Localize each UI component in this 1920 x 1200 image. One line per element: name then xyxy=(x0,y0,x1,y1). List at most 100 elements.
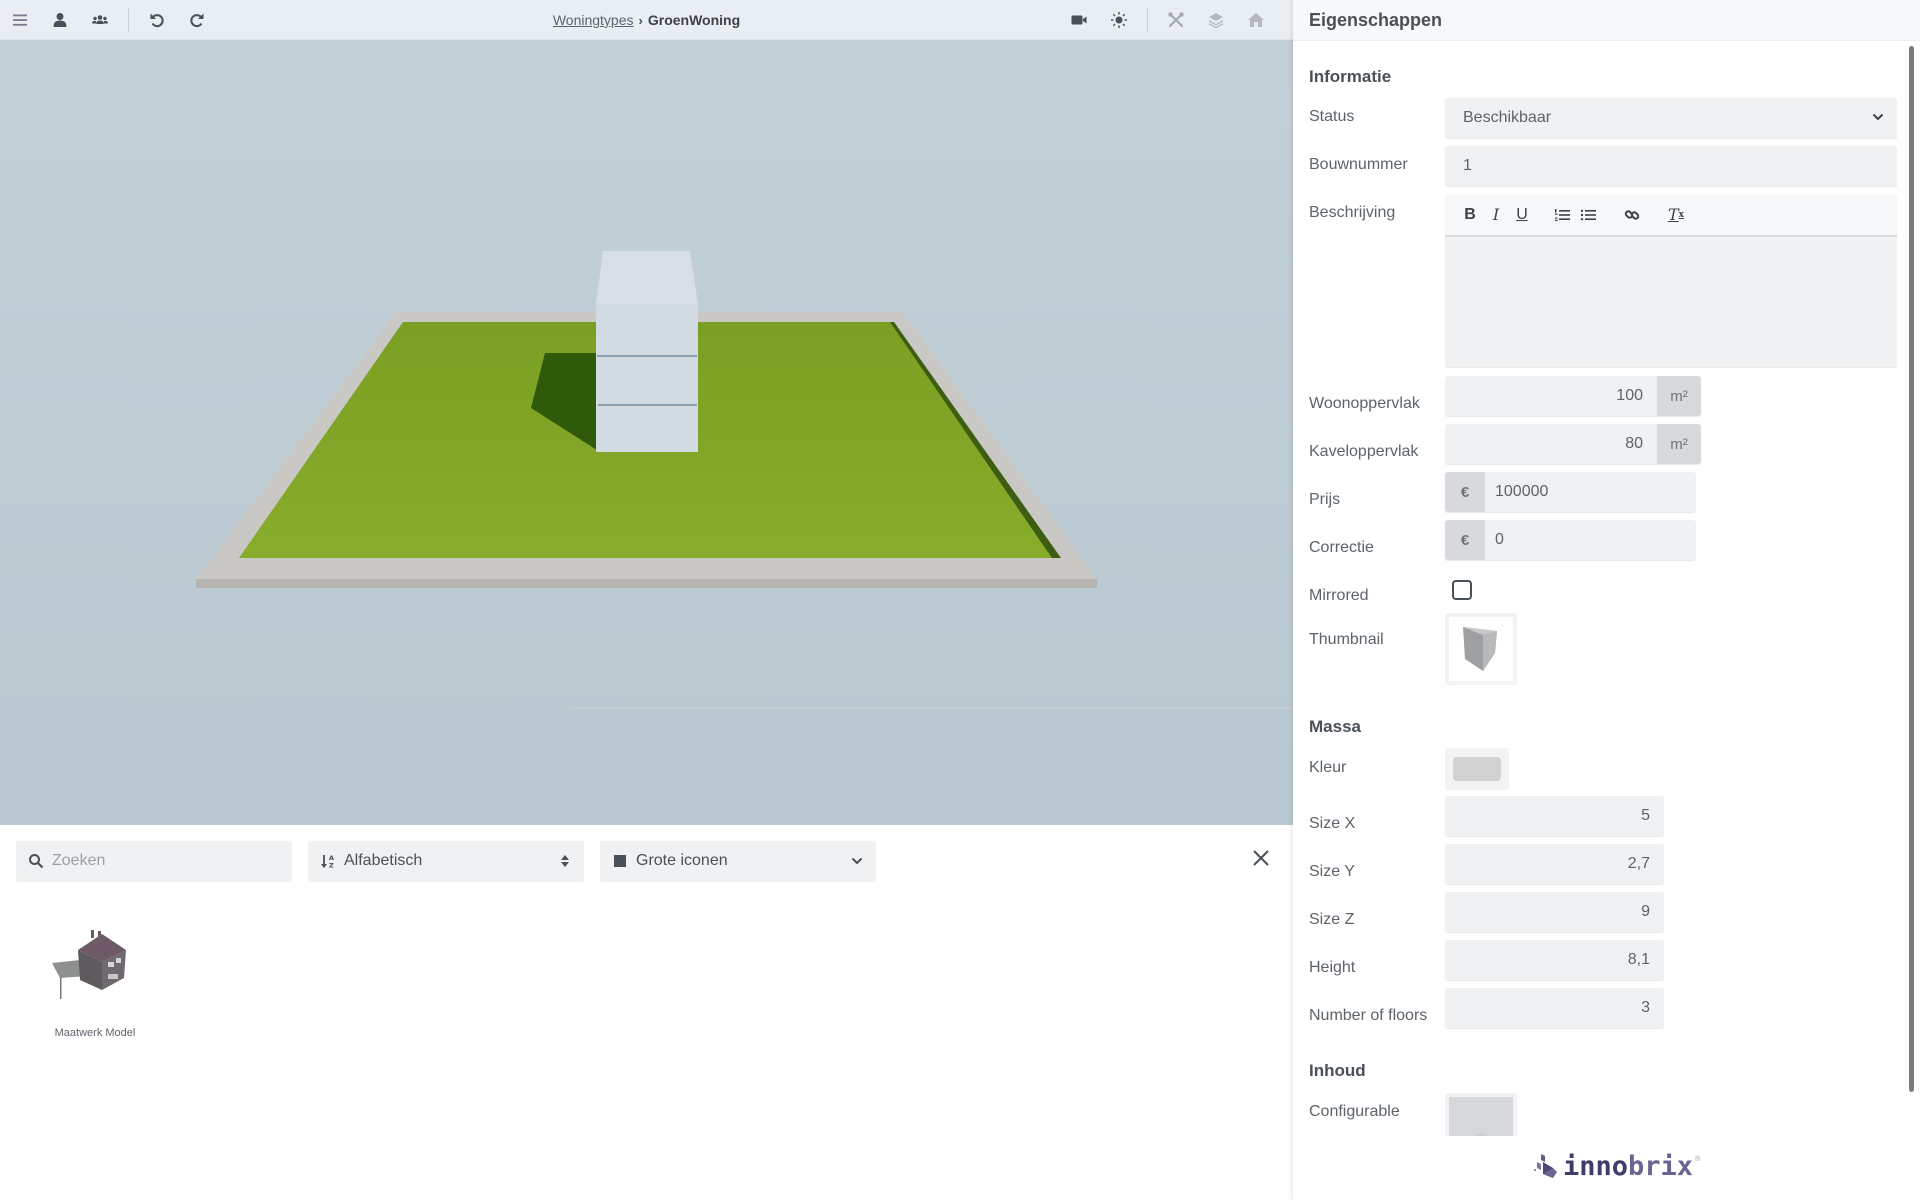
kaveloppervlak-input[interactable]: 80 m² xyxy=(1445,424,1701,464)
beschrijving-textarea[interactable] xyxy=(1445,237,1897,367)
top-toolbar: Woningtypes › GroenWoning xyxy=(0,0,1293,40)
mass-box[interactable] xyxy=(596,251,698,452)
clear-format-button[interactable]: Tx xyxy=(1663,202,1689,228)
chevron-right-icon: › xyxy=(638,12,643,28)
tools-button[interactable] xyxy=(1164,8,1188,32)
prijs-input[interactable]: € 100000 xyxy=(1445,472,1696,512)
correctie-input[interactable]: € 0 xyxy=(1445,520,1696,560)
toolbar-divider xyxy=(1147,8,1148,32)
sort-value: Alfabetisch xyxy=(344,852,423,869)
bouwnummer-value: 1 xyxy=(1463,157,1472,174)
sort-select[interactable]: AZ Alfabetisch xyxy=(308,841,584,881)
italic-button[interactable]: I xyxy=(1483,202,1509,228)
panel-scrollbar[interactable] xyxy=(1909,46,1914,1092)
euro-prefix: € xyxy=(1445,472,1485,512)
chevron-down-icon xyxy=(850,853,864,869)
thumbnail-label: Thumbnail xyxy=(1309,631,1384,648)
section-title-inhoud: Inhoud xyxy=(1309,1061,1366,1080)
size-z-input[interactable]: 9 xyxy=(1445,892,1664,932)
view-mode-value: Grote iconen xyxy=(636,852,728,869)
status-select[interactable]: Beschikbaar xyxy=(1445,98,1897,138)
library-item-label: Maatwerk Model xyxy=(54,1027,136,1039)
breadcrumb-current: GroenWoning xyxy=(647,12,741,28)
size-x-label: Size X xyxy=(1309,815,1356,832)
3d-viewport[interactable] xyxy=(0,40,1293,825)
camera-icon xyxy=(1071,15,1087,25)
chevron-down-icon xyxy=(1871,110,1885,129)
configurable-picker[interactable] xyxy=(1445,1093,1517,1136)
size-x-input[interactable]: 5 xyxy=(1445,796,1664,836)
underline-button[interactable]: U xyxy=(1509,202,1535,228)
woonoppervlak-value: 100 xyxy=(1616,387,1643,404)
kaveloppervlak-label: Kaveloppervlak xyxy=(1309,443,1419,460)
home-icon xyxy=(1248,13,1264,27)
bold-button[interactable]: B xyxy=(1457,202,1483,228)
size-z-label: Size Z xyxy=(1309,911,1355,928)
beschrijving-label: Beschrijving xyxy=(1309,204,1396,221)
prijs-value: 100000 xyxy=(1495,483,1549,500)
view-mode-select[interactable]: Grote iconen xyxy=(600,841,876,881)
kaveloppervlak-value: 80 xyxy=(1625,435,1643,452)
panel-header: Eigenschappen xyxy=(1293,0,1920,41)
status-label: Status xyxy=(1309,108,1355,125)
size-y-input[interactable]: 2,7 xyxy=(1445,844,1664,884)
size-y-label: Size Y xyxy=(1309,863,1355,880)
color-swatch xyxy=(1453,757,1501,781)
mirrored-label: Mirrored xyxy=(1309,587,1369,604)
size-z-value: 9 xyxy=(1641,903,1650,920)
beschrijving-editor: B I U Tx xyxy=(1445,194,1897,367)
search-icon xyxy=(28,853,44,869)
brand-name-part-1: inno xyxy=(1563,1151,1629,1182)
woonoppervlak-input[interactable]: 100 m² xyxy=(1445,376,1701,416)
size-y-value: 2,7 xyxy=(1627,855,1650,872)
svg-text:Z: Z xyxy=(329,862,334,870)
home-button[interactable] xyxy=(1244,8,1268,32)
link-button[interactable] xyxy=(1619,202,1645,228)
square-icon xyxy=(612,853,628,869)
breadcrumb-woningtypes[interactable]: Woningtypes xyxy=(553,12,634,28)
brand-name: innobrix xyxy=(1563,1151,1693,1182)
bouwnummer-label: Bouwnummer xyxy=(1309,156,1408,173)
camera-button[interactable] xyxy=(1067,8,1091,32)
unit-m2: m² xyxy=(1657,424,1701,464)
house-model-thumbnail xyxy=(40,920,150,1015)
sort-updown-icon xyxy=(558,853,572,869)
height-value: 8,1 xyxy=(1627,951,1650,968)
editor-toolbar: B I U Tx xyxy=(1445,194,1897,237)
panel-scroll-area: Informatie Status Beschikbaar Bouwnummer… xyxy=(1293,41,1920,1136)
library-item[interactable]: Maatwerk Model xyxy=(40,920,150,1050)
floors-input[interactable]: 3 xyxy=(1445,988,1664,1028)
prijs-label: Prijs xyxy=(1309,491,1341,508)
floors-label: Number of floors xyxy=(1309,1007,1428,1024)
ordered-list-icon xyxy=(1555,208,1570,221)
search-input[interactable]: Zoeken xyxy=(16,841,292,881)
correctie-value: 0 xyxy=(1495,531,1504,548)
ordered-list-button[interactable] xyxy=(1549,202,1575,228)
search-placeholder: Zoeken xyxy=(52,852,106,869)
kleur-label: Kleur xyxy=(1309,759,1347,776)
tools-icon xyxy=(1168,12,1184,28)
woonoppervlak-label: Woonoppervlak xyxy=(1309,395,1420,412)
height-label: Height xyxy=(1309,959,1356,976)
height-input[interactable]: 8,1 xyxy=(1445,940,1664,980)
link-icon xyxy=(1624,209,1640,220)
size-x-value: 5 xyxy=(1641,807,1650,824)
bullet-list-button[interactable] xyxy=(1575,202,1601,228)
sort-alpha-icon: AZ xyxy=(320,853,336,869)
kleur-color-picker[interactable] xyxy=(1445,748,1509,790)
registered-mark: ® xyxy=(1695,1156,1701,1163)
sun-icon xyxy=(1111,12,1127,28)
bouwnummer-input[interactable]: 1 xyxy=(1445,146,1897,186)
lighting-button[interactable] xyxy=(1107,8,1131,32)
close-library-button[interactable] xyxy=(1249,846,1273,870)
section-title-massa: Massa xyxy=(1309,717,1361,736)
layers-button[interactable] xyxy=(1204,8,1228,32)
breadcrumb: Woningtypes › GroenWoning xyxy=(0,0,1293,40)
thumbnail-picker[interactable] xyxy=(1445,613,1517,685)
correctie-label: Correctie xyxy=(1309,539,1374,556)
innobrix-logo: innobrix ® xyxy=(1533,1151,1700,1182)
configurable-label: Configurable xyxy=(1309,1103,1400,1120)
scene-canvas[interactable] xyxy=(0,40,1293,825)
mirrored-checkbox[interactable] xyxy=(1452,580,1472,600)
bullet-list-icon xyxy=(1580,209,1596,220)
